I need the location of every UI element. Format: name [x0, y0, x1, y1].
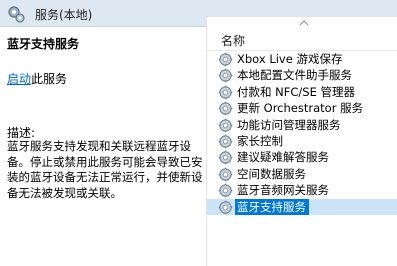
- service-detail-pane: 蓝牙支持服务 启动此服务 描述: 蓝牙服务支持发现和关联远程蓝牙设备。停止或禁用…: [0, 27, 210, 265]
- description-text: 蓝牙服务支持发现和关联远程蓝牙设备。停止或禁用此服务可能会导致已安装的蓝牙设备无…: [7, 139, 203, 200]
- service-row-label: Xbox Live 游戏保存: [237, 52, 343, 66]
- gear-icon: [218, 167, 233, 182]
- service-row-label: 本地配置文件助手服务: [237, 68, 352, 83]
- service-row-label: 建议疑难解答服务: [237, 150, 329, 165]
- gear-icon: [218, 134, 233, 149]
- gear-icon: [218, 68, 233, 83]
- service-row-label: 家长控制: [237, 133, 283, 148]
- service-row[interactable]: 空间数据服务: [207, 166, 397, 182]
- service-row[interactable]: 蓝牙支持服务: [207, 198, 397, 215]
- service-row-label: 空间数据服务: [237, 166, 306, 181]
- service-row[interactable]: 建议疑难解答服务: [207, 149, 397, 165]
- start-service-link[interactable]: 启动: [7, 72, 31, 86]
- service-row-label: 付款和 NFC/SE 管理器: [237, 84, 355, 99]
- gear-icon: [218, 150, 233, 165]
- service-row-label: 功能访问管理器服务: [237, 117, 341, 132]
- gear-icon: [218, 118, 233, 133]
- service-row[interactable]: 更新 Orchestrator 服务: [207, 100, 397, 116]
- service-row-label: 蓝牙音频网关服务: [237, 183, 329, 198]
- service-row[interactable]: 家长控制: [207, 133, 397, 149]
- gear-icon: [218, 183, 233, 198]
- service-row-label: 更新 Orchestrator 服务: [237, 101, 364, 116]
- service-row[interactable]: Xbox Live 游戏保存: [207, 51, 397, 67]
- gear-icon: [218, 52, 233, 67]
- service-row[interactable]: 功能访问管理器服务: [207, 117, 397, 133]
- start-line: 启动此服务: [7, 70, 67, 87]
- start-suffix: 此服务: [31, 72, 68, 86]
- service-row-label: 蓝牙支持服务: [235, 198, 309, 215]
- service-row[interactable]: 付款和 NFC/SE 管理器: [207, 84, 397, 100]
- sort-ascending-icon: [299, 20, 309, 26]
- gear-icon: [218, 85, 233, 100]
- services-list: 名称 Xbox Live 游戏保存 本地配置文件助手服务 付款和 NFC/SE 管理…: [206, 16, 397, 266]
- service-row[interactable]: 本地配置文件助手服务: [207, 67, 397, 83]
- window-title: 服务(本地): [35, 8, 93, 22]
- services-gear-icon: [8, 6, 25, 23]
- service-row[interactable]: 蓝牙音频网关服务: [207, 182, 397, 198]
- gear-icon: [218, 101, 233, 116]
- gear-icon: [218, 200, 233, 215]
- column-header-name[interactable]: 名称: [221, 32, 245, 49]
- service-rows: Xbox Live 游戏保存 本地配置文件助手服务 付款和 NFC/SE 管理器 更新…: [207, 51, 397, 215]
- service-name: 蓝牙支持服务: [7, 37, 80, 51]
